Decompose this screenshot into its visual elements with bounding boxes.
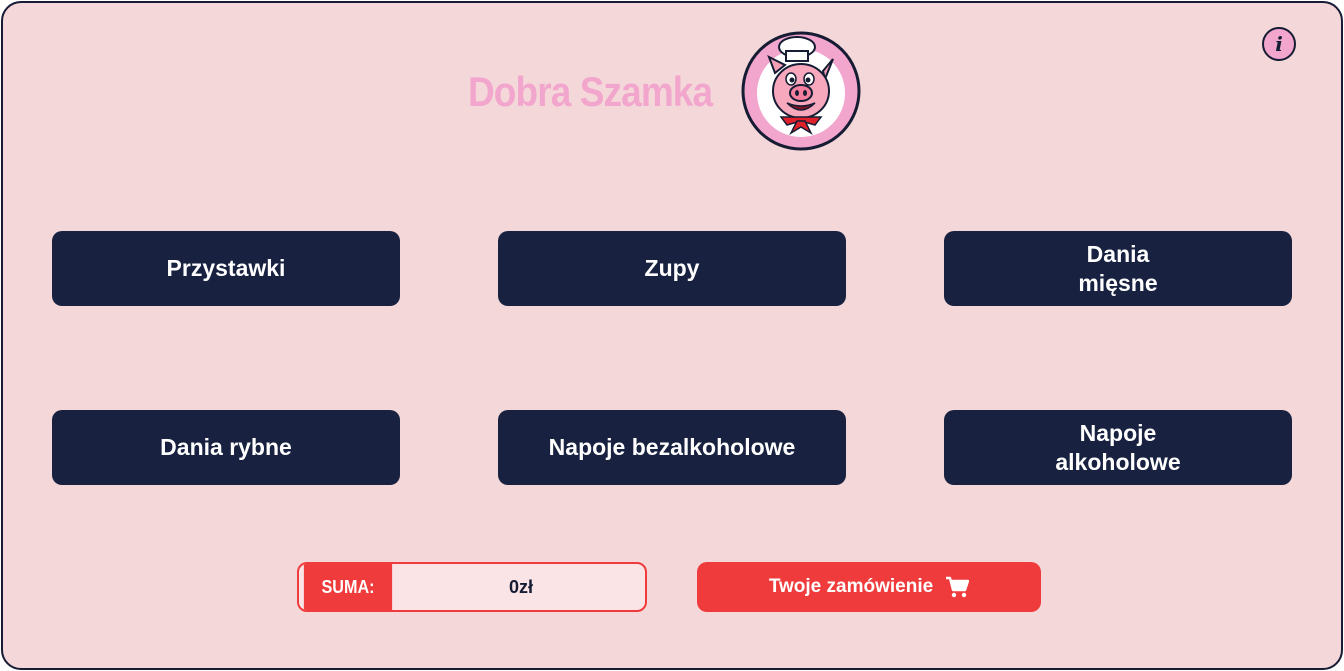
category-dania-miesne-button[interactable]: Dania mięsne <box>944 231 1292 306</box>
your-order-button[interactable]: Twoje zamówienie <box>697 562 1041 612</box>
your-order-label: Twoje zamówienie <box>768 576 934 597</box>
total-display: SUMA: 0zł <box>297 562 647 612</box>
category-przystawki-button[interactable]: Przystawki <box>52 231 400 306</box>
category-dania-rybne-button[interactable]: Dania rybne <box>52 410 400 485</box>
total-label: SUMA: <box>303 564 393 610</box>
category-napoje-bezalkoholowe-button[interactable]: Napoje bezalkoholowe <box>498 410 846 485</box>
category-zupy-button[interactable]: Zupy <box>498 231 846 306</box>
total-value: 0zł <box>508 576 533 597</box>
category-napoje-alkoholowe-button[interactable]: Napoje alkoholowe <box>944 410 1292 485</box>
page-title: Dobra Szamka <box>468 68 713 115</box>
chef-pig-logo-icon <box>741 31 861 151</box>
info-button[interactable]: i <box>1262 27 1296 61</box>
cart-icon <box>946 576 970 598</box>
info-icon: i <box>1275 32 1283 56</box>
